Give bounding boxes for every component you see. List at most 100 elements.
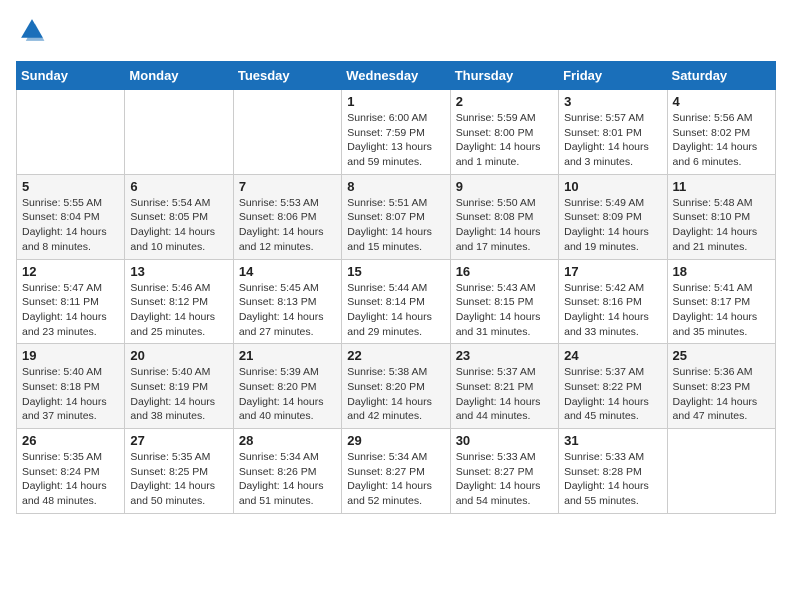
calendar-cell: 17 Sunrise: 5:42 AMSunset: 8:16 PMDayligh… [559, 259, 667, 344]
day-number: 9 [456, 179, 553, 194]
day-info: Sunrise: 5:56 AMSunset: 8:02 PMDaylight:… [673, 111, 770, 170]
day-number: 1 [347, 94, 444, 109]
day-number: 2 [456, 94, 553, 109]
day-info: Sunrise: 5:51 AMSunset: 8:07 PMDaylight:… [347, 196, 444, 255]
day-number: 31 [564, 433, 661, 448]
calendar-cell: 19 Sunrise: 5:40 AMSunset: 8:18 PMDayligh… [17, 344, 125, 429]
calendar-cell: 31 Sunrise: 5:33 AMSunset: 8:28 PMDayligh… [559, 429, 667, 514]
day-info: Sunrise: 5:38 AMSunset: 8:20 PMDaylight:… [347, 365, 444, 424]
day-number: 10 [564, 179, 661, 194]
calendar-cell: 29Sunrise: 5:34 AMSunset: 8:27 PMDayligh… [342, 429, 450, 514]
day-info: Sunrise: 5:44 AMSunset: 8:14 PMDaylight:… [347, 281, 444, 340]
calendar-week-row: 12Sunrise: 5:47 AMSunset: 8:11 PMDayligh… [17, 259, 776, 344]
calendar-cell: 15 Sunrise: 5:44 AMSunset: 8:14 PMDayligh… [342, 259, 450, 344]
day-info: Sunrise: 5:41 AMSunset: 8:17 PMDaylight:… [673, 281, 770, 340]
day-number: 19 [22, 348, 119, 363]
day-info: Sunrise: 5:53 AMSunset: 8:06 PMDaylight:… [239, 196, 336, 255]
day-info: Sunrise: 5:54 AMSunset: 8:05 PMDaylight:… [130, 196, 227, 255]
calendar-cell: 11Sunrise: 5:48 AMSunset: 8:10 PMDayligh… [667, 174, 775, 259]
day-number: 20 [130, 348, 227, 363]
day-info: Sunrise: 5:43 AMSunset: 8:15 PMDaylight:… [456, 281, 553, 340]
calendar-cell: 26Sunrise: 5:35 AMSunset: 8:24 PMDayligh… [17, 429, 125, 514]
day-info: Sunrise: 5:49 AMSunset: 8:09 PMDaylight:… [564, 196, 661, 255]
calendar-cell: 2 Sunrise: 5:59 AMSunset: 8:00 PMDaylight… [450, 90, 558, 175]
logo-icon [18, 16, 46, 44]
calendar-header-monday: Monday [125, 62, 233, 90]
calendar-cell: 10 Sunrise: 5:49 AMSunset: 8:09 PMDayligh… [559, 174, 667, 259]
page-header [16, 16, 776, 49]
calendar-cell: 16 Sunrise: 5:43 AMSunset: 8:15 PMDayligh… [450, 259, 558, 344]
calendar-header-tuesday: Tuesday [233, 62, 341, 90]
calendar-cell: 25 Sunrise: 5:36 AMSunset: 8:23 PMDayligh… [667, 344, 775, 429]
calendar-cell: 1Sunrise: 6:00 AMSunset: 7:59 PMDaylight… [342, 90, 450, 175]
day-info: Sunrise: 5:40 AMSunset: 8:19 PMDaylight:… [130, 365, 227, 424]
calendar-cell: 30 Sunrise: 5:33 AMSunset: 8:27 PMDayligh… [450, 429, 558, 514]
day-number: 16 [456, 264, 553, 279]
day-number: 15 [347, 264, 444, 279]
calendar-week-row: 26Sunrise: 5:35 AMSunset: 8:24 PMDayligh… [17, 429, 776, 514]
day-number: 27 [130, 433, 227, 448]
day-info: Sunrise: 5:45 AMSunset: 8:13 PMDaylight:… [239, 281, 336, 340]
day-info: Sunrise: 5:48 AMSunset: 8:10 PMDaylight:… [673, 196, 770, 255]
calendar-cell: 9 Sunrise: 5:50 AMSunset: 8:08 PMDaylight… [450, 174, 558, 259]
calendar-cell: 8 Sunrise: 5:51 AMSunset: 8:07 PMDaylight… [342, 174, 450, 259]
day-number: 3 [564, 94, 661, 109]
calendar-cell: 4 Sunrise: 5:56 AMSunset: 8:02 PMDaylight… [667, 90, 775, 175]
day-number: 23 [456, 348, 553, 363]
day-number: 7 [239, 179, 336, 194]
day-info: Sunrise: 5:34 AMSunset: 8:27 PMDaylight:… [347, 450, 444, 509]
day-number: 8 [347, 179, 444, 194]
calendar-cell: 14 Sunrise: 5:45 AMSunset: 8:13 PMDayligh… [233, 259, 341, 344]
calendar-cell: 7 Sunrise: 5:53 AMSunset: 8:06 PMDaylight… [233, 174, 341, 259]
day-number: 14 [239, 264, 336, 279]
day-info: Sunrise: 5:46 AMSunset: 8:12 PMDaylight:… [130, 281, 227, 340]
day-number: 21 [239, 348, 336, 363]
calendar-header-saturday: Saturday [667, 62, 775, 90]
day-info: Sunrise: 5:57 AMSunset: 8:01 PMDaylight:… [564, 111, 661, 170]
day-number: 30 [456, 433, 553, 448]
day-number: 6 [130, 179, 227, 194]
day-number: 18 [673, 264, 770, 279]
calendar-header-thursday: Thursday [450, 62, 558, 90]
day-number: 12 [22, 264, 119, 279]
calendar-cell: 3 Sunrise: 5:57 AMSunset: 8:01 PMDaylight… [559, 90, 667, 175]
day-info: Sunrise: 5:55 AMSunset: 8:04 PMDaylight:… [22, 196, 119, 255]
day-info: Sunrise: 5:50 AMSunset: 8:08 PMDaylight:… [456, 196, 553, 255]
calendar-cell [125, 90, 233, 175]
day-number: 28 [239, 433, 336, 448]
calendar-cell: 28 Sunrise: 5:34 AMSunset: 8:26 PMDayligh… [233, 429, 341, 514]
day-number: 4 [673, 94, 770, 109]
calendar-cell: 6 Sunrise: 5:54 AMSunset: 8:05 PMDaylight… [125, 174, 233, 259]
calendar-cell: 20 Sunrise: 5:40 AMSunset: 8:19 PMDayligh… [125, 344, 233, 429]
calendar-cell: 21 Sunrise: 5:39 AMSunset: 8:20 PMDayligh… [233, 344, 341, 429]
day-info: Sunrise: 5:40 AMSunset: 8:18 PMDaylight:… [22, 365, 119, 424]
calendar-cell: 12Sunrise: 5:47 AMSunset: 8:11 PMDayligh… [17, 259, 125, 344]
calendar-week-row: 5 Sunrise: 5:55 AMSunset: 8:04 PMDaylight… [17, 174, 776, 259]
day-info: Sunrise: 5:39 AMSunset: 8:20 PMDaylight:… [239, 365, 336, 424]
day-info: Sunrise: 5:33 AMSunset: 8:27 PMDaylight:… [456, 450, 553, 509]
calendar-cell: 22Sunrise: 5:38 AMSunset: 8:20 PMDayligh… [342, 344, 450, 429]
calendar-header-wednesday: Wednesday [342, 62, 450, 90]
day-info: Sunrise: 5:59 AMSunset: 8:00 PMDaylight:… [456, 111, 553, 170]
day-info: Sunrise: 5:36 AMSunset: 8:23 PMDaylight:… [673, 365, 770, 424]
calendar-header-row: SundayMondayTuesdayWednesdayThursdayFrid… [17, 62, 776, 90]
calendar-header-sunday: Sunday [17, 62, 125, 90]
calendar-header-friday: Friday [559, 62, 667, 90]
day-info: Sunrise: 5:42 AMSunset: 8:16 PMDaylight:… [564, 281, 661, 340]
calendar-cell [667, 429, 775, 514]
day-number: 17 [564, 264, 661, 279]
calendar-cell: 5 Sunrise: 5:55 AMSunset: 8:04 PMDaylight… [17, 174, 125, 259]
calendar-cell: 27Sunrise: 5:35 AMSunset: 8:25 PMDayligh… [125, 429, 233, 514]
day-number: 24 [564, 348, 661, 363]
day-info: Sunrise: 5:33 AMSunset: 8:28 PMDaylight:… [564, 450, 661, 509]
day-info: Sunrise: 5:37 AMSunset: 8:21 PMDaylight:… [456, 365, 553, 424]
calendar-cell: 24Sunrise: 5:37 AMSunset: 8:22 PMDayligh… [559, 344, 667, 429]
day-info: Sunrise: 5:34 AMSunset: 8:26 PMDaylight:… [239, 450, 336, 509]
calendar-cell: 13Sunrise: 5:46 AMSunset: 8:12 PMDayligh… [125, 259, 233, 344]
calendar-cell [233, 90, 341, 175]
day-info: Sunrise: 5:35 AMSunset: 8:24 PMDaylight:… [22, 450, 119, 509]
day-number: 5 [22, 179, 119, 194]
calendar-cell: 18 Sunrise: 5:41 AMSunset: 8:17 PMDayligh… [667, 259, 775, 344]
day-number: 25 [673, 348, 770, 363]
calendar-week-row: 1Sunrise: 6:00 AMSunset: 7:59 PMDaylight… [17, 90, 776, 175]
